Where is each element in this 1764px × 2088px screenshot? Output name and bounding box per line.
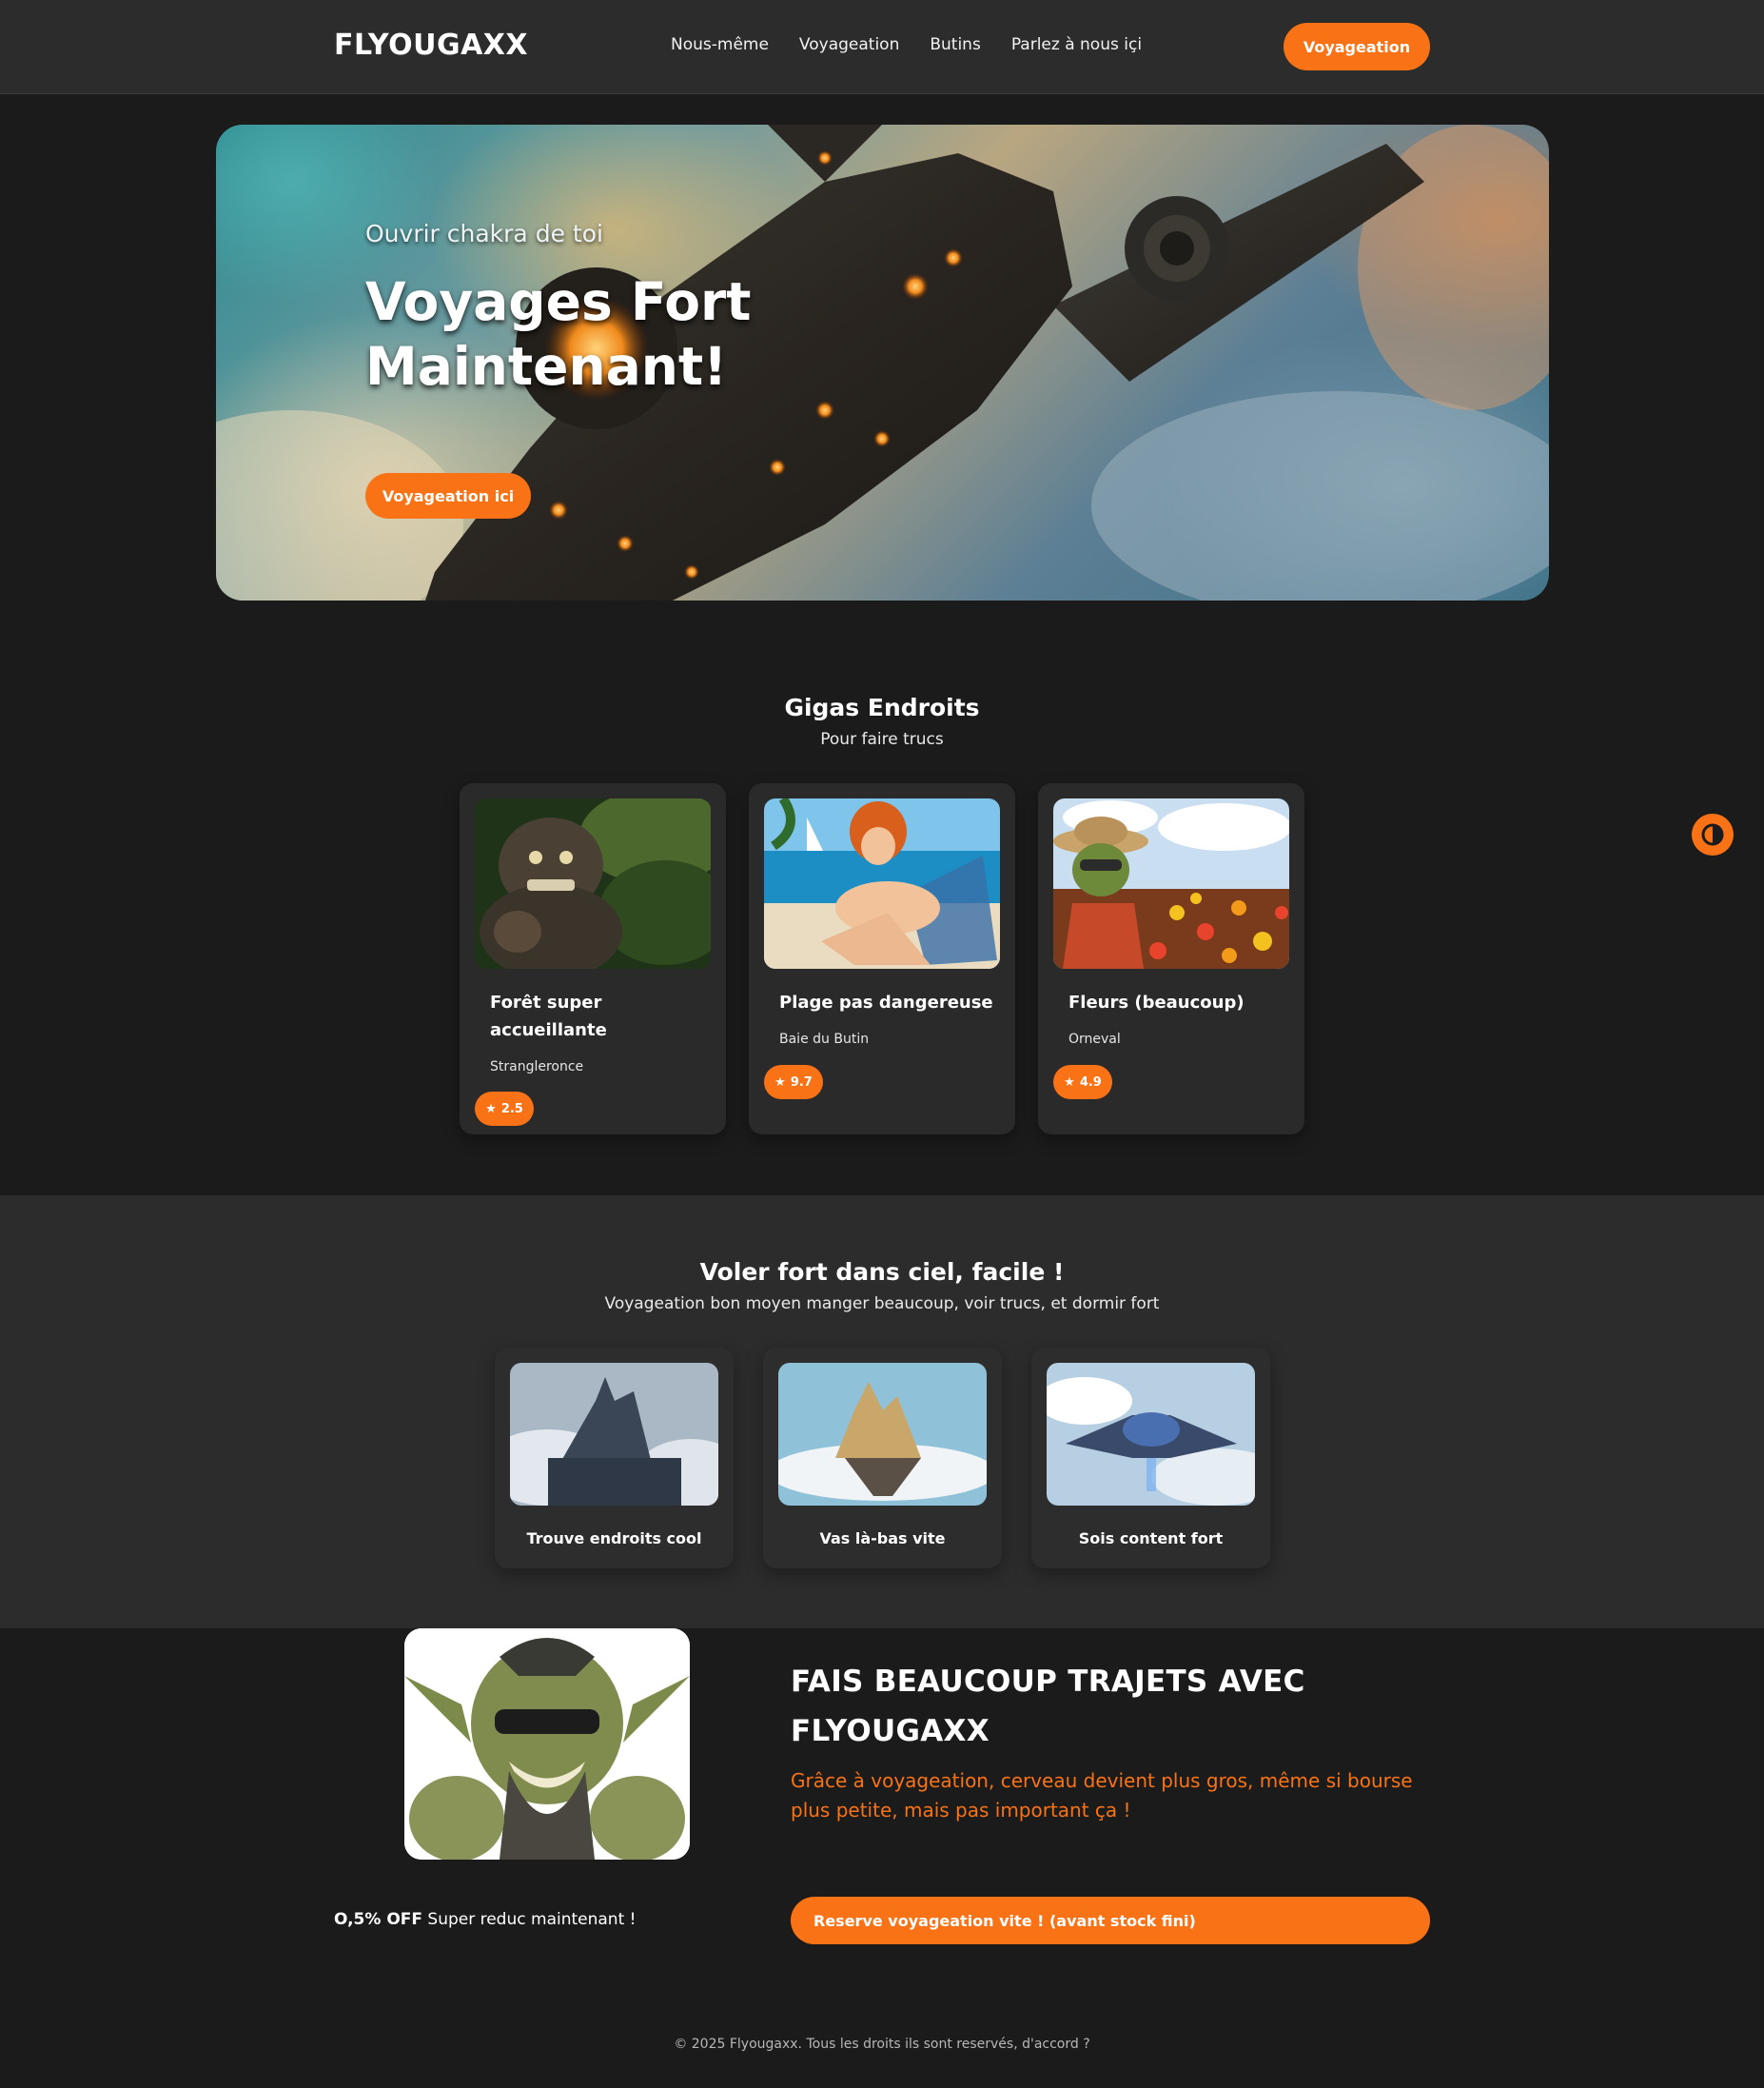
star-icon: ★ <box>1064 1074 1075 1090</box>
navbar: FLYOUGAXX Nous-même Voyageation Butins P… <box>0 0 1764 94</box>
footer-copyright: © 2025 Flyougaxx. Tous les droits ils so… <box>674 2037 1090 2052</box>
contrast-icon <box>1701 823 1724 846</box>
theme-toggle-button[interactable] <box>1692 814 1734 856</box>
hero-cta-button[interactable]: Voyageation ici <box>365 473 531 519</box>
feature-label: Trouve endroits cool <box>526 1529 702 1547</box>
place-image-forest-troll <box>475 798 711 969</box>
place-card[interactable]: Fleurs (beaucoup) Orneval ★ 4.9 <box>1038 783 1304 1134</box>
rating-value: 4.9 <box>1079 1074 1102 1090</box>
feature-card: Vas là-bas vite <box>763 1348 1002 1568</box>
place-card[interactable]: Forêt super accueillante Strangleronce ★… <box>460 783 726 1134</box>
nav-link-butins[interactable]: Butins <box>930 35 980 54</box>
discount-amount: O,5% OFF <box>334 1910 422 1929</box>
place-image-flower-goblin <box>1053 798 1289 969</box>
places-title: Gigas Endroits <box>784 694 980 721</box>
feature-image-spaceship <box>1047 1363 1255 1506</box>
discount-text: Super reduc maintenant ! <box>422 1910 637 1929</box>
feature-label: Vas là-bas vite <box>819 1529 946 1547</box>
hero-title: Voyages Fort Maintenant! <box>365 271 752 397</box>
rating-badge: ★ 2.5 <box>475 1092 534 1126</box>
promo-text: Grâce à voyageation, cerveau devient plu… <box>791 1769 1413 1822</box>
place-name: Fleurs (beaucoup) <box>1068 993 1245 1013</box>
place-card[interactable]: Plage pas dangereuse Baie du Butin ★ 9.7 <box>749 783 1015 1134</box>
reserve-button[interactable]: Reserve voyageation vite ! (avant stock … <box>791 1897 1430 1944</box>
place-name: Plage pas dangereuse <box>779 993 993 1013</box>
place-location: Orneval <box>1068 1032 1121 1047</box>
place-name: Forêt super accueillante <box>490 993 607 1040</box>
star-icon: ★ <box>485 1101 497 1116</box>
fly-subtitle: Voyageation bon moyen manger beaucoup, v… <box>604 1294 1160 1313</box>
place-location: Strangleronce <box>490 1059 584 1074</box>
place-location: Baie du Butin <box>779 1032 870 1047</box>
rating-value: 2.5 <box>500 1101 523 1116</box>
discount-note: O,5% OFF Super reduc maintenant ! <box>334 1910 636 1929</box>
rating-badge: ★ 4.9 <box>1053 1065 1112 1099</box>
nav-link-contact[interactable]: Parlez à nous içi <box>1011 35 1142 54</box>
place-image-beach-elf <box>764 798 1000 969</box>
hero-banner: Ouvrir chakra de toi Voyages Fort Mainte… <box>216 125 1549 601</box>
feature-image-sky-city <box>510 1363 718 1506</box>
feature-image-floating-castle <box>778 1363 987 1506</box>
brand-logo[interactable]: FLYOUGAXX <box>334 29 528 62</box>
hero-subtitle: Ouvrir chakra de toi <box>365 220 603 247</box>
rating-badge: ★ 9.7 <box>764 1065 823 1099</box>
nav-link-voyageation[interactable]: Voyageation <box>799 35 899 54</box>
rating-value: 9.7 <box>790 1074 813 1090</box>
nav-links: Nous-même Voyageation Butins Parlez à no… <box>671 35 1142 54</box>
nav-link-nous-meme[interactable]: Nous-même <box>671 35 769 54</box>
nav-cta-button[interactable]: Voyageation <box>1284 23 1430 70</box>
promo-image-goblin-thumbs-up <box>404 1628 690 1860</box>
places-subtitle: Pour faire trucs <box>820 730 944 749</box>
feature-label: Sois content fort <box>1078 1529 1224 1547</box>
star-icon: ★ <box>774 1074 786 1090</box>
promo-title: FAIS BEAUCOUP TRAJETS AVEC FLYOUGAXX <box>791 1664 1305 1748</box>
feature-card: Trouve endroits cool <box>495 1348 734 1568</box>
feature-card: Sois content fort <box>1031 1348 1270 1568</box>
fly-title: Voler fort dans ciel, facile ! <box>699 1258 1065 1286</box>
